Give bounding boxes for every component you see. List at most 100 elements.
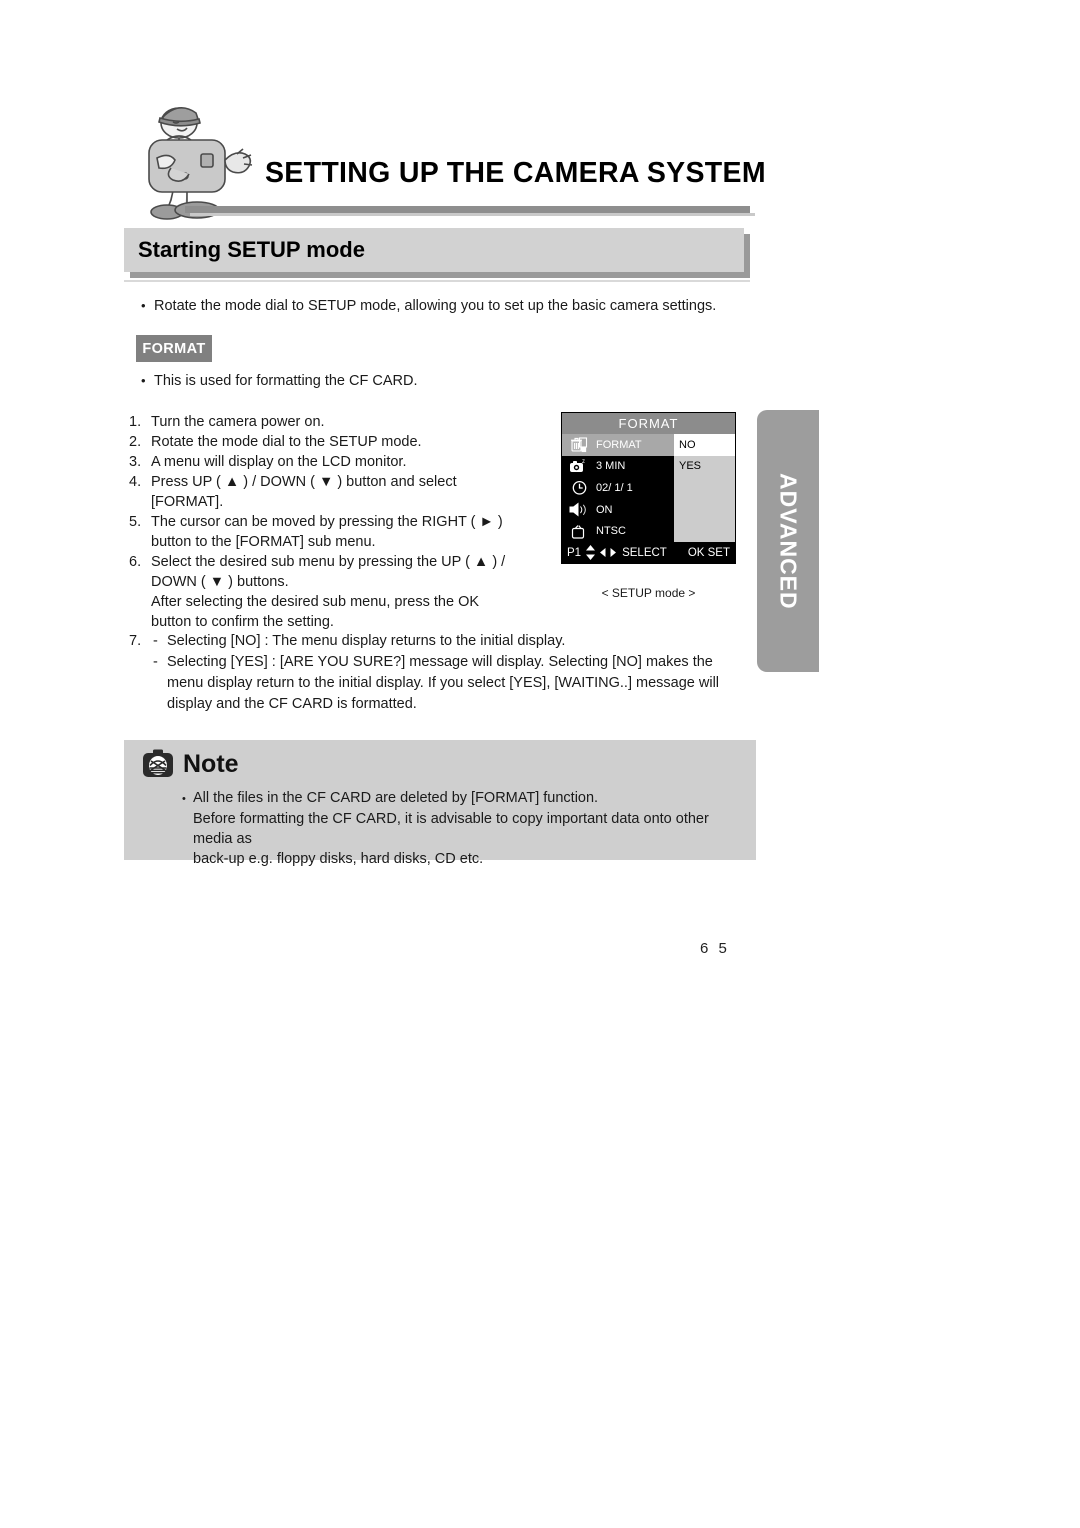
lcd-menu-row-format[interactable]: FORMAT	[562, 434, 674, 456]
lcd-menu-label: 3 MIN	[596, 460, 626, 473]
step-7-line-text: Selecting [NO] : The menu display return…	[167, 633, 566, 649]
lcd-menu-row-autooff[interactable]: z 3 MIN	[562, 456, 674, 478]
lcd-menu-column: FORMAT z 3 MIN 02/ 1/ 1 ON NTSC	[562, 434, 674, 542]
trash-format-icon	[562, 436, 596, 453]
lcd-title: FORMAT	[562, 413, 735, 434]
step-item: 4. Press UP ( ▲ ) / DOWN ( ▼ ) button and…	[129, 472, 559, 512]
format-badge-label: FORMAT	[142, 340, 206, 357]
lcd-caption: < SETUP mode >	[601, 586, 696, 600]
section-title-bar: Starting SETUP mode	[124, 228, 744, 272]
note-line: back-up e.g. floppy disks, hard disks, C…	[182, 849, 742, 869]
step-7-text-line: menu display return to the initial displ…	[153, 673, 749, 694]
step-item: 3. A menu will display on the LCD monitor…	[129, 452, 559, 472]
step-item: 6. Select the desired sub menu by pressin…	[129, 552, 559, 632]
lcd-select-label: SELECT	[622, 546, 667, 559]
step-text-line: button to confirm the setting.	[151, 614, 334, 630]
intro-bullet-row: • Rotate the mode dial to SETUP mode, al…	[141, 296, 741, 316]
step-number: 4.	[129, 474, 142, 490]
step-7-line-text: display and the CF CARD is formatted.	[167, 696, 417, 712]
advanced-section-tab: ADVANCED	[757, 410, 819, 672]
step-7-item: 7. - Selecting [NO] : The menu display ret…	[129, 631, 749, 652]
page-title: SETTING UP THE CAMERA SYSTEM	[265, 157, 766, 189]
bullet-dot-icon: •	[182, 793, 186, 805]
bullet-dot-icon: •	[141, 298, 146, 313]
step-text-line: DOWN ( ▼ ) buttons.	[151, 574, 289, 590]
format-badge: FORMAT	[136, 335, 212, 362]
step-number	[129, 652, 153, 715]
lcd-screen-illustration: FORMAT FORMAT z 3 MIN 02/ 1/ 1 ON NTSC N…	[561, 412, 736, 600]
step-text-line: [FORMAT].	[151, 494, 224, 510]
format-description-text: This is used for formatting the CF CARD.	[154, 373, 418, 389]
lcd-submenu-option-no[interactable]: NO	[674, 434, 735, 456]
note-box: Note • All the files in the CF CARD are d…	[124, 740, 756, 867]
step-item: 2. Rotate the mode dial to the SETUP mode…	[129, 432, 559, 452]
advanced-tab-label: ADVANCED	[775, 472, 802, 610]
step-7-text-line: display and the CF CARD is formatted.	[153, 694, 749, 715]
svg-text:z: z	[582, 459, 585, 465]
step-7-text-line: - Selecting [NO] : The menu display retur…	[153, 631, 749, 652]
intro-text: Rotate the mode dial to SETUP mode, allo…	[154, 298, 717, 314]
camera-sleep-icon: z	[562, 458, 596, 475]
note-camera-icon	[142, 748, 174, 780]
clock-icon	[562, 479, 596, 496]
header-divider-shadow	[190, 213, 755, 216]
speaker-icon	[562, 501, 596, 518]
step-text-line: Rotate the mode dial to the SETUP mode.	[151, 434, 422, 450]
page-number: 6 5	[700, 940, 730, 957]
lcd-ok-label: OK SET	[687, 546, 730, 559]
dash-marker: -	[153, 633, 158, 649]
step-text-line: Press UP ( ▲ ) / DOWN ( ▼ ) button and s…	[151, 474, 457, 490]
format-description-row: • This is used for formatting the CF CAR…	[141, 371, 661, 391]
step-7-line-text: Selecting [YES] : [ARE YOU SURE?] messag…	[167, 654, 713, 670]
lcd-menu-row-video-out[interactable]: NTSC	[562, 520, 674, 542]
note-line-text: back-up e.g. floppy disks, hard disks, C…	[193, 851, 484, 867]
lcd-menu-row-beep[interactable]: ON	[562, 499, 674, 521]
step-text-line: Select the desired sub menu by pressing …	[151, 554, 506, 570]
step-text: Press UP ( ▲ ) / DOWN ( ▼ ) button and s…	[151, 472, 559, 512]
step-number: 1.	[129, 414, 142, 430]
lcd-page-indicator: P1	[567, 546, 582, 559]
lcd-footer-bar: P1 SELECT OK SET	[562, 542, 735, 563]
note-line-text: Before formatting the CF CARD, it is adv…	[193, 811, 709, 847]
dash-marker	[153, 673, 167, 694]
section-title: Starting SETUP mode	[138, 237, 365, 262]
note-title: Note	[183, 749, 239, 778]
step-number: 5.	[129, 514, 142, 530]
step-number: 3.	[129, 454, 142, 470]
note-body: • All the files in the CF CARD are delete…	[182, 788, 742, 869]
header-divider	[185, 206, 750, 213]
note-line: • All the files in the CF CARD are delete…	[182, 788, 742, 809]
note-line-text: All the files in the CF CARD are deleted…	[193, 790, 599, 806]
step-7-text: - Selecting [YES] : [ARE YOU SURE?] messa…	[153, 652, 749, 715]
lcd-screen: FORMAT FORMAT z 3 MIN 02/ 1/ 1 ON NTSC N…	[561, 412, 736, 564]
step-text-line: A menu will display on the LCD monitor.	[151, 454, 407, 470]
lcd-submenu-option-yes[interactable]: YES	[674, 456, 735, 478]
step-item: 1. Turn the camera power on.	[129, 412, 559, 432]
lcd-menu-label: FORMAT	[596, 438, 642, 451]
step-text-line: The cursor can be moved by pressing the …	[151, 514, 503, 530]
lcd-submenu-column: NO YES	[674, 434, 735, 542]
left-right-arrows-icon	[600, 547, 617, 558]
lcd-submenu-label: NO	[679, 438, 696, 451]
step-number: 6.	[129, 554, 142, 570]
note-line: Before formatting the CF CARD, it is adv…	[182, 809, 742, 849]
step-7-item: - Selecting [YES] : [ARE YOU SURE?] messa…	[129, 652, 749, 715]
lcd-submenu-label: YES	[679, 460, 702, 473]
step-number: 2.	[129, 434, 142, 450]
step-number: 7.	[129, 633, 142, 649]
step-text: A menu will display on the LCD monitor.	[151, 452, 559, 472]
step-text: Rotate the mode dial to the SETUP mode.	[151, 432, 559, 452]
steps-list: 1. Turn the camera power on. 2. Rotate the …	[129, 412, 559, 632]
step-text: Select the desired sub menu by pressing …	[151, 552, 559, 632]
dash-marker: -	[153, 654, 158, 670]
up-down-arrows-icon	[585, 545, 596, 560]
step-text: The cursor can be moved by pressing the …	[151, 512, 559, 552]
bullet-dot-icon: •	[141, 373, 146, 388]
lcd-menu-label: ON	[596, 503, 613, 516]
step-text: Turn the camera power on.	[151, 412, 559, 432]
tv-icon	[562, 523, 596, 540]
camera-mascot-illustration	[127, 96, 259, 222]
step-7-line-text: menu display return to the initial displ…	[167, 675, 720, 691]
page-header: SETTING UP THE CAMERA SYSTEM	[0, 0, 1080, 230]
lcd-menu-row-date[interactable]: 02/ 1/ 1	[562, 477, 674, 499]
